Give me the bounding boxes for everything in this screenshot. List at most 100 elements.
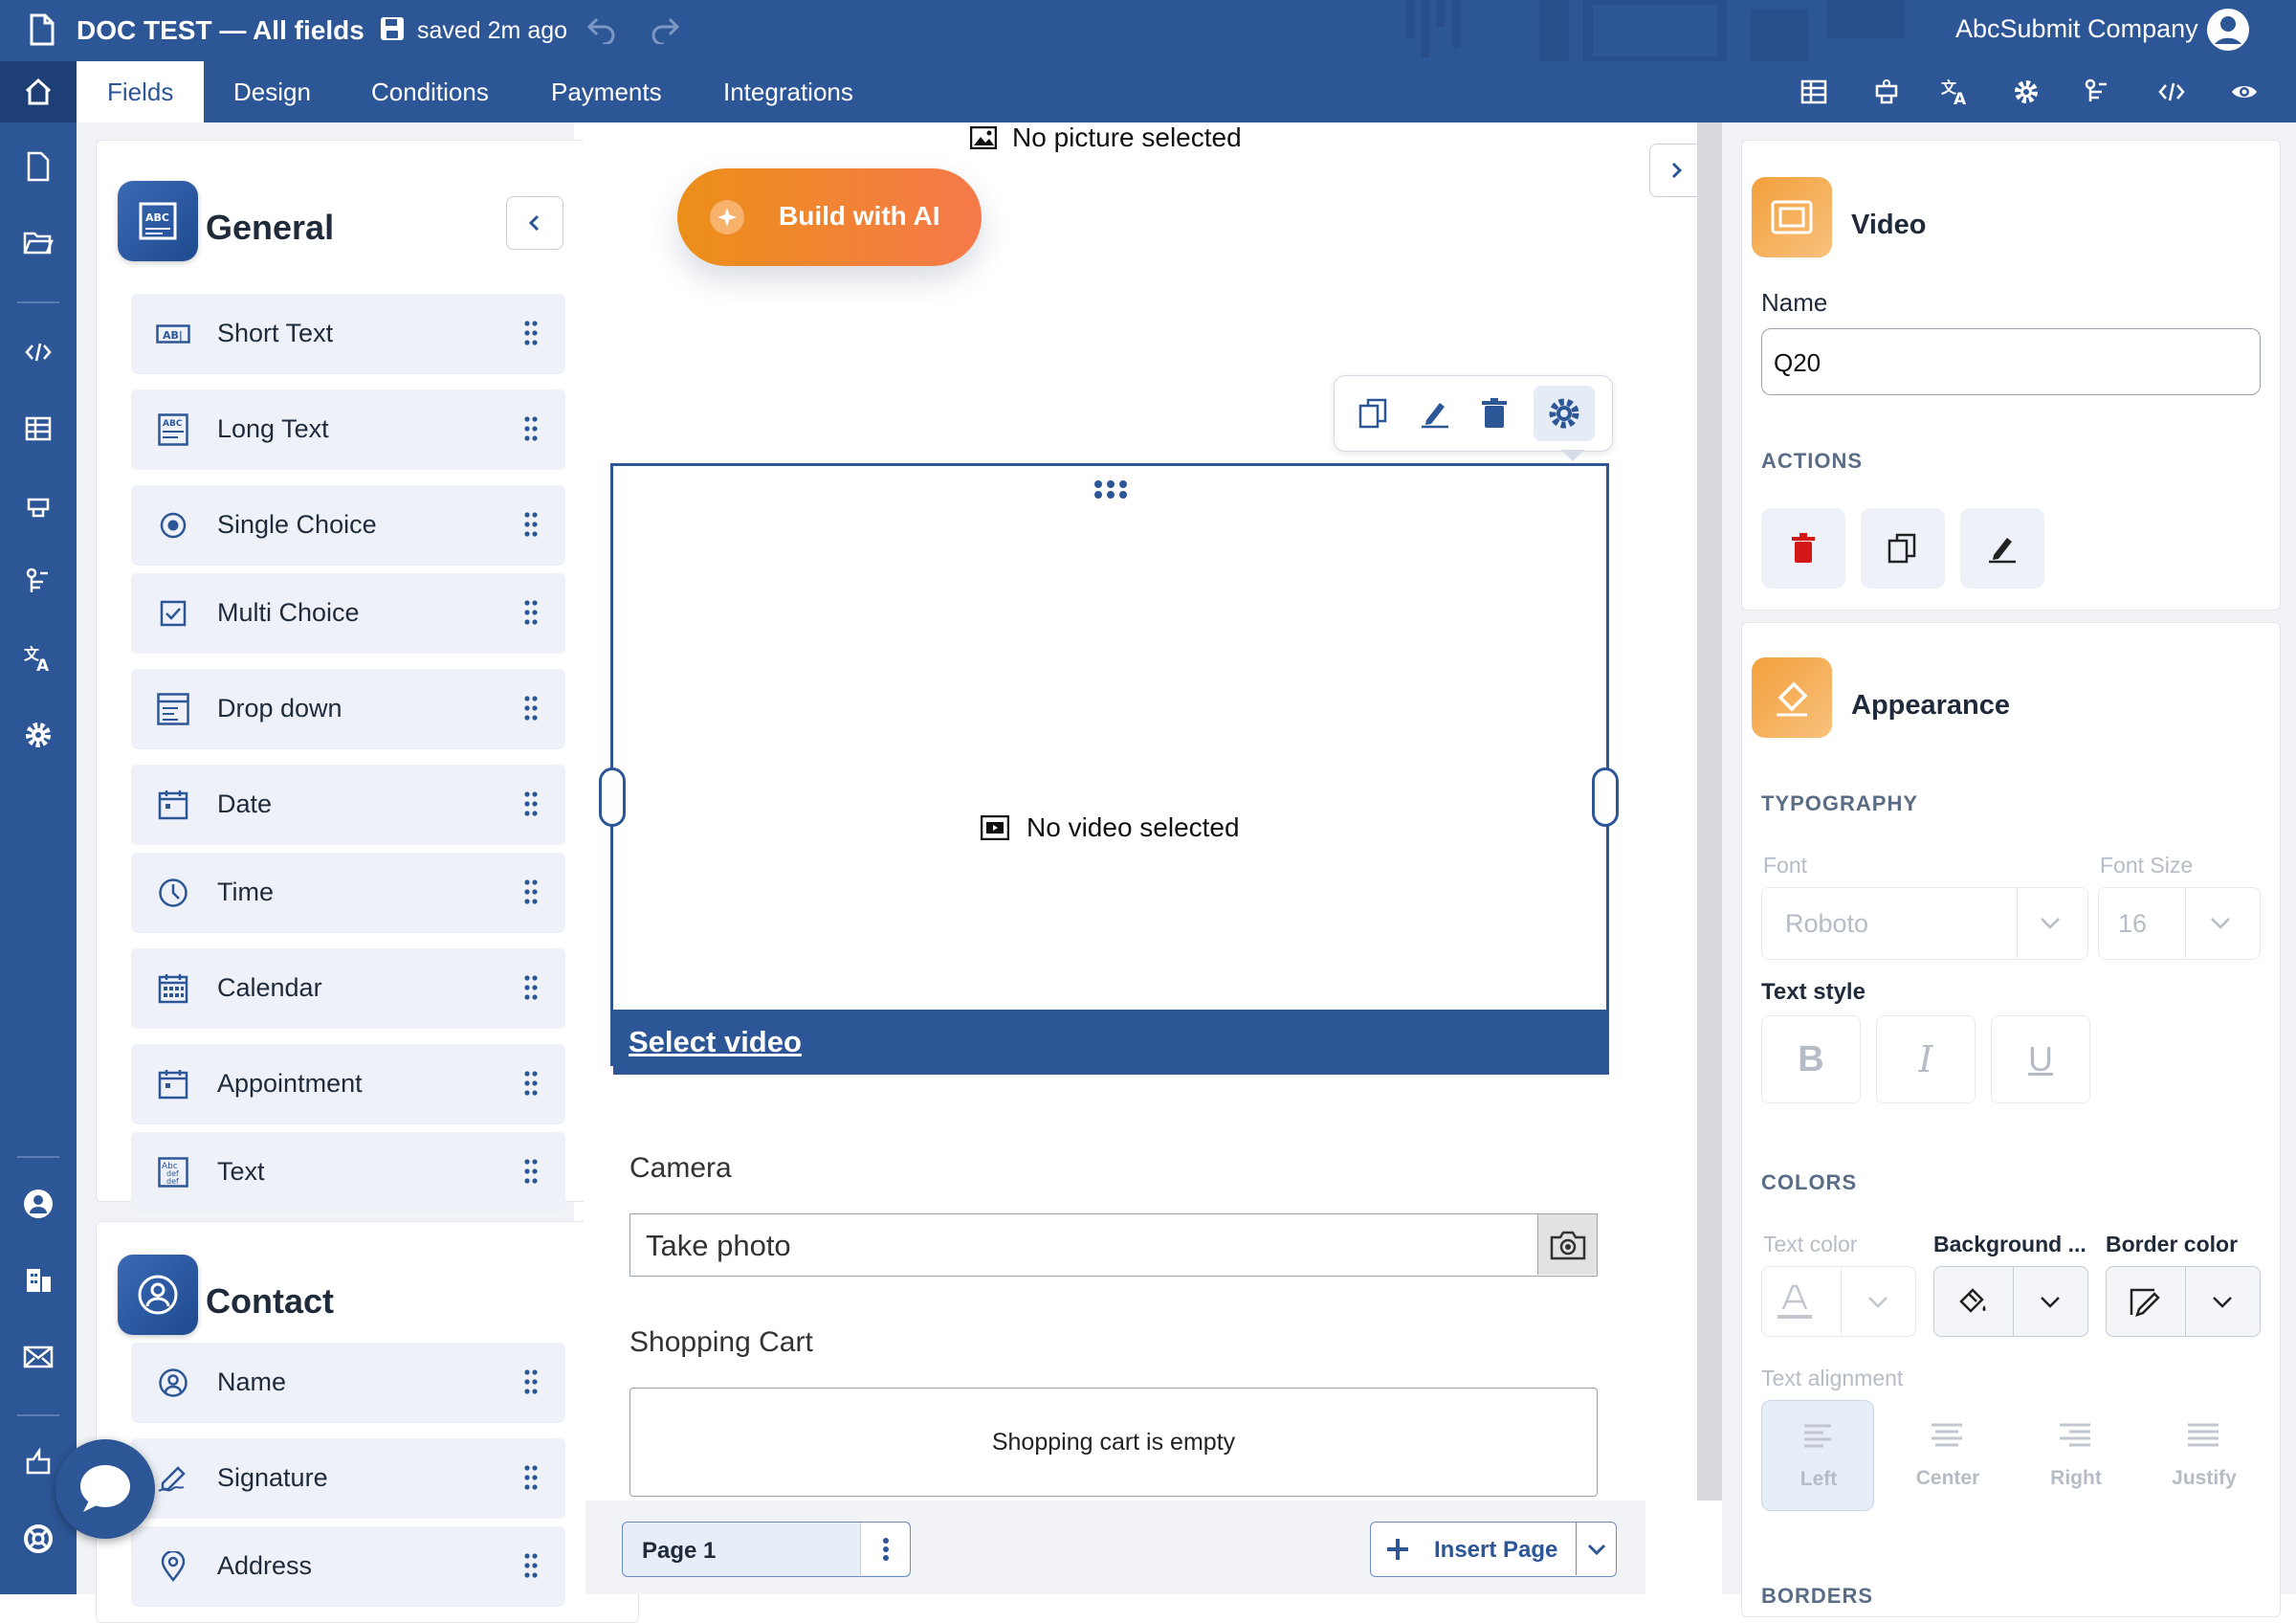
palette-item-text[interactable]: Abc def def Text <box>131 1132 565 1212</box>
align-justify-button[interactable]: Justify <box>2148 1400 2261 1511</box>
palette-item-appointment[interactable]: Appointment <box>131 1044 565 1124</box>
insert-page-dropdown[interactable] <box>1576 1523 1616 1575</box>
palette-item-time[interactable]: Time <box>131 853 565 933</box>
drag-grip-icon[interactable] <box>523 1465 539 1490</box>
align-center-icon <box>1932 1423 1962 1447</box>
translate-rail-icon[interactable]: 文A <box>19 639 57 678</box>
font-select[interactable]: Roboto <box>1761 887 2088 960</box>
drag-grip-icon[interactable] <box>523 1159 539 1184</box>
drag-grip-icon[interactable] <box>523 600 539 625</box>
select-video-link[interactable]: Select video <box>629 1025 802 1059</box>
drag-grip-icon[interactable] <box>523 416 539 441</box>
contact-category-icon <box>118 1255 198 1335</box>
flow-icon[interactable] <box>2078 73 2116 111</box>
embed-code-icon[interactable] <box>2152 73 2191 111</box>
palette-item-date[interactable]: Date <box>131 765 565 845</box>
underline-button[interactable]: U <box>1991 1015 2090 1103</box>
drag-grip-icon[interactable] <box>523 512 539 537</box>
document-title[interactable]: DOC TEST — All fields <box>77 15 364 46</box>
drag-grip-icon[interactable] <box>523 791 539 816</box>
company-building-icon[interactable] <box>19 1261 57 1300</box>
name-input[interactable]: Q20 <box>1761 328 2261 395</box>
drag-grip-icon[interactable] <box>523 696 539 721</box>
font-size-select[interactable]: 16 <box>2098 887 2261 960</box>
delete-trash-icon[interactable] <box>1480 397 1509 430</box>
drag-grip-icon[interactable] <box>523 975 539 1000</box>
open-folder-icon[interactable] <box>19 224 57 262</box>
flow-rail-icon[interactable] <box>19 563 57 601</box>
palette-item-name[interactable]: Name <box>131 1343 565 1423</box>
feedback-icon[interactable] <box>19 1443 57 1481</box>
company-name[interactable]: AbcSubmit Company <box>1955 14 2198 44</box>
palette-item-single-choice[interactable]: Single Choice <box>131 485 565 566</box>
chat-support-button[interactable] <box>55 1439 155 1539</box>
palette-item-drop-down[interactable]: Drop down <box>131 669 565 749</box>
palette-item-short-text[interactable]: AB| Short Text <box>131 294 565 374</box>
tab-conditions[interactable]: Conditions <box>341 61 519 122</box>
tab-integrations[interactable]: Integrations <box>693 61 884 122</box>
page-tab[interactable]: Page 1 <box>622 1522 911 1577</box>
undo-icon[interactable] <box>585 15 618 44</box>
canvas-scrollbar[interactable] <box>1697 122 1722 1501</box>
camera-button[interactable] <box>1537 1214 1597 1275</box>
code-icon[interactable] <box>19 333 57 371</box>
border-color-picker[interactable] <box>2106 1266 2261 1337</box>
insert-page-button[interactable]: Insert Page <box>1371 1523 1576 1575</box>
page-menu-button[interactable] <box>860 1523 910 1575</box>
sparkle-icon <box>710 200 744 234</box>
palette-item-multi-choice[interactable]: Multi Choice <box>131 573 565 654</box>
preview-eye-icon[interactable] <box>2225 73 2263 111</box>
palette-item-long-text[interactable]: ABC Long Text <box>131 389 565 470</box>
collapse-panel-button[interactable] <box>506 196 563 250</box>
build-with-ai-button[interactable]: Build with AI <box>677 168 982 266</box>
submissions-table-icon[interactable] <box>19 410 57 448</box>
tab-design[interactable]: Design <box>203 61 342 122</box>
align-center-button[interactable]: Center <box>1891 1400 2004 1511</box>
resize-handle-left[interactable] <box>599 767 626 827</box>
element-settings-button[interactable] <box>1534 386 1595 441</box>
italic-button[interactable]: I <box>1876 1015 1976 1103</box>
account-icon[interactable] <box>19 1185 57 1223</box>
theme-rail-icon[interactable] <box>19 486 57 524</box>
home-button[interactable] <box>0 61 77 122</box>
duplicate-icon[interactable] <box>1358 397 1390 430</box>
new-document-icon[interactable] <box>19 147 57 186</box>
user-avatar-icon[interactable] <box>2206 8 2250 52</box>
table-view-icon[interactable] <box>1795 73 1833 111</box>
video-element[interactable]: No video selected Select video <box>610 463 1609 1075</box>
tab-payments[interactable]: Payments <box>520 61 693 122</box>
background-color-picker[interactable] <box>1933 1266 2088 1337</box>
drag-handle-icon[interactable] <box>1093 479 1128 499</box>
palette-item-calendar[interactable]: Calendar <box>131 948 565 1029</box>
drag-grip-icon[interactable] <box>523 1071 539 1096</box>
name-label: Name <box>1761 288 1828 317</box>
translate-icon[interactable]: 文A <box>1936 73 1975 111</box>
settings-rail-icon[interactable] <box>19 716 57 754</box>
duplicate-element-button[interactable] <box>1861 508 1945 589</box>
expand-right-panel-button[interactable] <box>1649 144 1703 197</box>
settings-gear-icon[interactable] <box>2007 73 2045 111</box>
redo-icon[interactable] <box>649 15 681 44</box>
mail-icon[interactable] <box>19 1338 57 1376</box>
tab-fields[interactable]: Fields <box>77 61 205 122</box>
camera-input[interactable]: Take photo <box>629 1213 1598 1277</box>
help-lifebuoy-icon[interactable] <box>19 1520 57 1558</box>
align-left-button[interactable]: Left <box>1761 1400 1874 1511</box>
edit-pen-icon[interactable] <box>1419 397 1451 430</box>
text-color-picker[interactable] <box>1761 1266 1916 1337</box>
pen-icon <box>1989 538 2016 564</box>
edit-element-button[interactable] <box>1960 508 2044 589</box>
bold-button[interactable]: B <box>1761 1015 1861 1103</box>
save-icon[interactable] <box>379 15 406 42</box>
drag-grip-icon[interactable] <box>523 1553 539 1578</box>
palette-item-label: Drop down <box>217 694 342 723</box>
align-right-button[interactable]: Right <box>2020 1400 2132 1511</box>
drag-grip-icon[interactable] <box>523 1369 539 1394</box>
resize-handle-right[interactable] <box>1592 767 1619 827</box>
theme-icon[interactable] <box>1867 73 1906 111</box>
drag-grip-icon[interactable] <box>523 321 539 345</box>
drag-grip-icon[interactable] <box>523 879 539 904</box>
palette-item-address[interactable]: Address <box>131 1526 565 1607</box>
palette-item-signature[interactable]: Signature <box>131 1438 565 1519</box>
delete-element-button[interactable] <box>1761 508 1845 589</box>
